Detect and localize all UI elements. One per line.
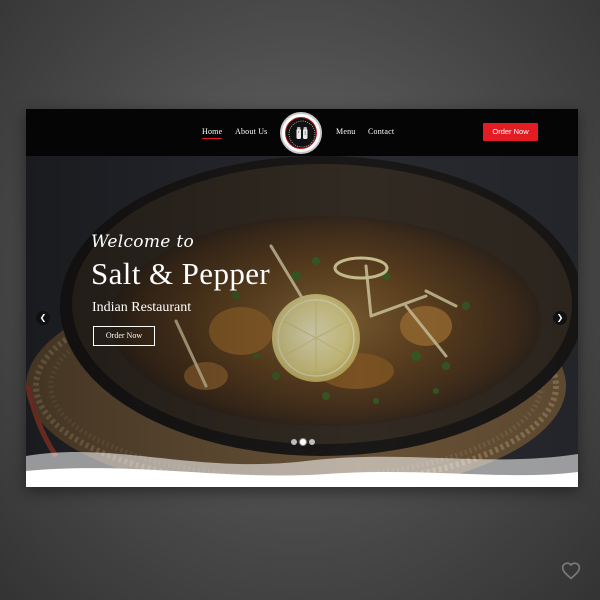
slider-dot-3[interactable] — [309, 439, 315, 445]
nav-link-home[interactable]: Home — [202, 127, 223, 139]
slider-dot-1[interactable] — [291, 439, 297, 445]
nav-link-about-us[interactable]: About Us — [235, 127, 268, 136]
website-frame: Home About Us Menu Contact Order Now Wel… — [26, 109, 578, 487]
order-now-button[interactable]: Order Now — [483, 123, 538, 141]
shakers-icon — [288, 120, 316, 148]
nav-link-contact[interactable]: Contact — [368, 127, 394, 136]
heart-icon[interactable] — [561, 561, 581, 581]
logo-inner — [285, 117, 317, 149]
hero-title: Salt & Pepper — [91, 256, 271, 291]
hero-subtitle: Indian Restaurant — [92, 300, 192, 315]
hero-welcome-text: Welcome to — [91, 232, 194, 252]
hero-slider: Welcome to Salt & Pepper Indian Restaura… — [26, 156, 578, 487]
salt-and-pepper-logo-icon[interactable] — [280, 112, 322, 154]
chevron-left-icon[interactable]: ❮ — [36, 311, 50, 325]
chevron-right-icon[interactable]: ❯ — [553, 311, 567, 325]
nav-link-menu[interactable]: Menu — [336, 127, 355, 136]
slider-dot-2[interactable] — [299, 438, 307, 446]
hero-order-now-button[interactable]: Order Now — [93, 326, 155, 346]
navbar: Home About Us Menu Contact Order Now — [26, 109, 578, 156]
